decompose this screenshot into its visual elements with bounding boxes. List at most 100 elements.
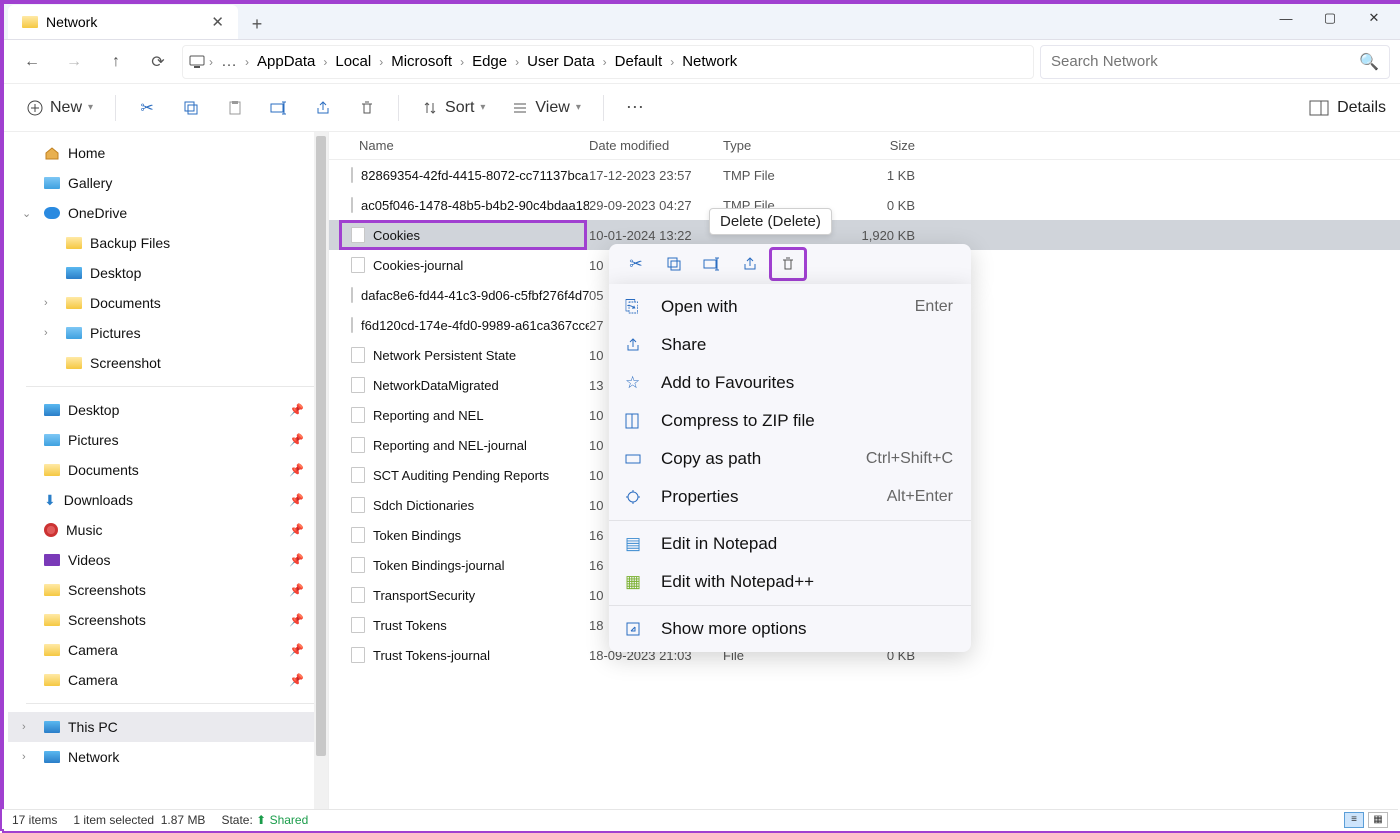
file-row[interactable]: ac05f046-1478-48b5-b4b2-90c4bdaa186...29… — [329, 190, 1400, 220]
ctx-compress-zip[interactable]: Compress to ZIP file — [609, 402, 971, 440]
ctx-cut-button[interactable]: ✂ — [617, 247, 655, 281]
pin-icon[interactable]: 📌 — [289, 673, 304, 687]
refresh-button[interactable]: ⟳ — [140, 46, 176, 78]
delete-button[interactable] — [350, 95, 384, 121]
pin-icon[interactable]: 📌 — [289, 493, 304, 507]
scrollbar-thumb[interactable] — [316, 136, 326, 756]
sidebar-quick-item[interactable]: Music📌 — [8, 515, 328, 545]
chevron-down-icon[interactable]: ⌄ — [22, 207, 31, 220]
search-input[interactable] — [1051, 53, 1359, 70]
back-button[interactable]: ← — [14, 46, 50, 78]
sidebar-item-onedrive[interactable]: ⌄ OneDrive — [8, 198, 328, 228]
sidebar-quick-item[interactable]: Camera📌 — [8, 635, 328, 665]
paste-button[interactable] — [218, 95, 252, 121]
chevron-right-icon[interactable]: › — [22, 721, 26, 733]
sidebar-quick-item[interactable]: Screenshots📌 — [8, 575, 328, 605]
breadcrumb-segment[interactable]: Network — [678, 51, 741, 72]
pin-icon[interactable]: 📌 — [289, 583, 304, 597]
sidebar-quick-item[interactable]: Videos📌 — [8, 545, 328, 575]
chevron-right-icon[interactable]: › — [379, 55, 383, 69]
pin-icon[interactable]: 📌 — [289, 553, 304, 567]
ctx-rename-button[interactable] — [693, 247, 731, 281]
rename-button[interactable] — [262, 95, 296, 121]
pin-icon[interactable]: 📌 — [289, 523, 304, 537]
chevron-right-icon[interactable]: › — [603, 55, 607, 69]
breadcrumb-segment[interactable]: Local — [331, 51, 375, 72]
column-headers[interactable]: Name Date modified Type Size — [329, 132, 1400, 160]
pin-icon[interactable]: 📌 — [289, 643, 304, 657]
search-box[interactable]: 🔍 — [1040, 45, 1390, 79]
chevron-right-icon[interactable]: › — [515, 55, 519, 69]
sidebar-quick-item[interactable]: Screenshots📌 — [8, 605, 328, 635]
new-button[interactable]: New ▾ — [18, 95, 101, 121]
sidebar-item-backupfiles[interactable]: Backup Files — [8, 228, 328, 258]
breadcrumb-segment[interactable]: Edge — [468, 51, 511, 72]
ctx-properties[interactable]: PropertiesAlt+Enter — [609, 478, 971, 516]
maximize-button[interactable]: ▢ — [1308, 4, 1352, 32]
close-window-button[interactable]: ✕ — [1352, 4, 1396, 32]
minimize-button[interactable]: — — [1264, 4, 1308, 32]
new-tab-button[interactable]: + — [242, 9, 272, 39]
chevron-right-icon[interactable]: › — [245, 55, 249, 69]
ctx-edit-notepad[interactable]: ▤Edit in Notepad — [609, 525, 971, 563]
breadcrumb-more[interactable]: … — [217, 53, 241, 71]
chevron-right-icon[interactable]: › — [44, 327, 48, 339]
column-size[interactable]: Size — [839, 138, 915, 153]
sidebar-quick-item[interactable]: ⬇Downloads📌 — [8, 485, 328, 515]
ctx-share[interactable]: Share — [609, 326, 971, 364]
tab-active[interactable]: Network ✕ — [8, 5, 238, 39]
sort-button[interactable]: Sort ▾ — [413, 95, 493, 121]
sidebar-item-thispc[interactable]: ›This PC — [8, 712, 328, 742]
breadcrumb-segment[interactable]: User Data — [523, 51, 599, 72]
ctx-edit-notepadpp[interactable]: ▦Edit with Notepad++ — [609, 563, 971, 601]
search-icon[interactable]: 🔍 — [1359, 52, 1379, 72]
cut-button[interactable]: ✂ — [130, 95, 164, 121]
sidebar-item-network[interactable]: ›Network — [8, 742, 328, 772]
sidebar-quick-item[interactable]: Pictures📌 — [8, 425, 328, 455]
details-pane-button[interactable]: Details — [1309, 99, 1386, 117]
chevron-right-icon[interactable]: › — [209, 55, 213, 69]
column-date[interactable]: Date modified — [589, 138, 723, 153]
sidebar-quick-item[interactable]: Desktop📌 — [8, 395, 328, 425]
breadcrumb-segment[interactable]: AppData — [253, 51, 319, 72]
pin-icon[interactable]: 📌 — [289, 433, 304, 447]
copy-button[interactable] — [174, 95, 208, 121]
forward-button[interactable]: → — [56, 46, 92, 78]
sidebar-item-home[interactable]: Home — [8, 138, 328, 168]
ctx-share-button[interactable] — [731, 247, 769, 281]
more-button[interactable]: ⋯ — [618, 93, 652, 122]
sidebar-item-gallery[interactable]: Gallery — [8, 168, 328, 198]
sidebar-quick-item[interactable]: Documents📌 — [8, 455, 328, 485]
view-button[interactable]: View ▾ — [503, 95, 588, 121]
pin-icon[interactable]: 📌 — [289, 613, 304, 627]
scrollbar[interactable] — [314, 132, 328, 811]
sidebar-quick-item[interactable]: Camera📌 — [8, 665, 328, 695]
up-button[interactable]: ↑ — [98, 46, 134, 78]
ctx-delete-button[interactable] — [769, 247, 807, 281]
sidebar-item-pictures[interactable]: ›Pictures — [8, 318, 328, 348]
ctx-add-favourites[interactable]: ☆Add to Favourites — [609, 364, 971, 402]
chevron-right-icon[interactable]: › — [44, 297, 48, 309]
sidebar-item-desktop[interactable]: Desktop — [8, 258, 328, 288]
breadcrumb-segment[interactable]: Microsoft — [387, 51, 456, 72]
close-tab-icon[interactable]: ✕ — [211, 13, 224, 31]
pin-icon[interactable]: 📌 — [289, 403, 304, 417]
ctx-open-with[interactable]: ⎘Open withEnter — [609, 288, 971, 326]
sidebar-item-documents[interactable]: ›Documents — [8, 288, 328, 318]
column-name[interactable]: Name — [359, 138, 589, 153]
sidebar-item-screenshot[interactable]: Screenshot — [8, 348, 328, 378]
chevron-right-icon[interactable]: › — [670, 55, 674, 69]
details-view-button[interactable]: ≡ — [1344, 812, 1364, 828]
column-type[interactable]: Type — [723, 138, 839, 153]
ctx-copy-button[interactable] — [655, 247, 693, 281]
chevron-right-icon[interactable]: › — [323, 55, 327, 69]
share-button[interactable] — [306, 95, 340, 121]
thumbnails-view-button[interactable]: ▦ — [1368, 812, 1388, 828]
ctx-copy-path[interactable]: Copy as pathCtrl+Shift+C — [609, 440, 971, 478]
pin-icon[interactable]: 📌 — [289, 463, 304, 477]
file-row[interactable]: 82869354-42fd-4415-8072-cc71137bca6f...1… — [329, 160, 1400, 190]
ctx-show-more[interactable]: Show more options — [609, 610, 971, 648]
breadcrumb[interactable]: › … › AppData › Local › Microsoft › Edge… — [182, 45, 1034, 79]
chevron-right-icon[interactable]: › — [460, 55, 464, 69]
chevron-right-icon[interactable]: › — [22, 751, 26, 763]
